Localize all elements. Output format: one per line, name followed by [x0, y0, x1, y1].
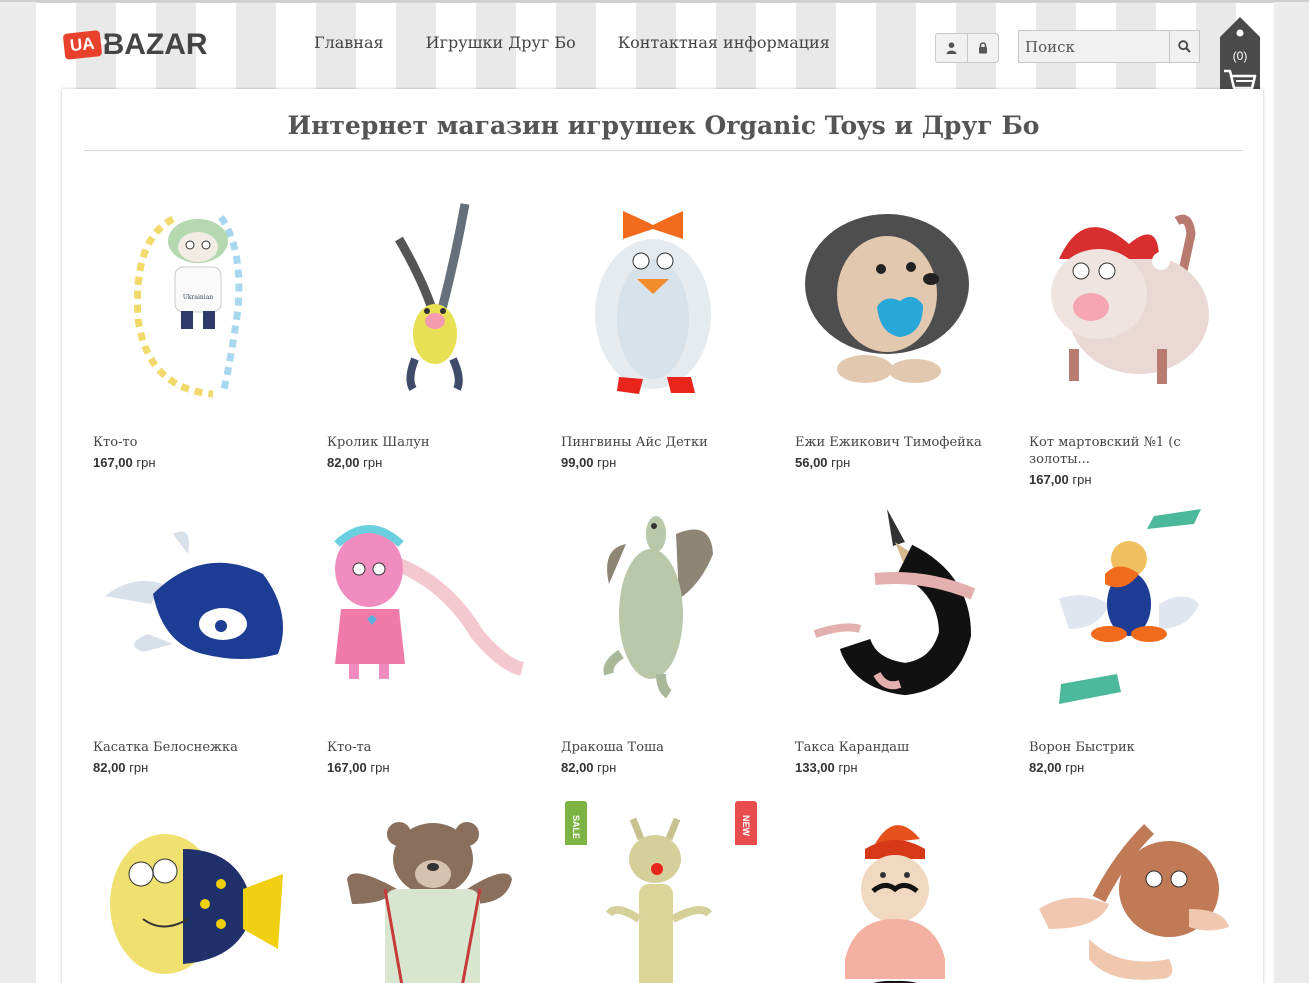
product-price: 133,00 грн — [795, 760, 858, 775]
product-name[interactable]: Кот мартовский №1 (с золоты... — [1029, 434, 1229, 468]
product-price: 167,00 грн — [1029, 472, 1092, 487]
lock-icon[interactable] — [967, 34, 998, 62]
product-price: 82,00 грн — [561, 760, 617, 775]
product-price: 82,00 грн — [1029, 760, 1085, 775]
account-buttons — [935, 33, 999, 63]
product-image[interactable] — [93, 809, 293, 983]
product-image[interactable] — [327, 504, 527, 709]
product-name[interactable]: Дракоша Тоша — [561, 739, 761, 756]
logo-bazar-text: BAZAR — [102, 28, 208, 61]
search-input[interactable] — [1019, 31, 1169, 62]
nav-home[interactable]: Главная — [314, 33, 384, 52]
content-panel: Интернет магазин игрушек Organic Toys и … — [62, 89, 1263, 983]
product-image[interactable] — [327, 199, 527, 404]
product-image[interactable] — [1029, 199, 1229, 404]
product-image[interactable] — [795, 504, 995, 709]
product-price: 167,00 грн — [93, 455, 156, 470]
cart-count: (0) — [1232, 49, 1248, 63]
product-name[interactable]: Кролик Шалун — [327, 434, 527, 451]
product-name[interactable]: Пингвины Айс Детки — [561, 434, 761, 451]
product-image[interactable] — [561, 504, 761, 709]
main-nav: Главная Игрушки Друг Бо Контактная инфор… — [314, 33, 830, 52]
product-image[interactable] — [1029, 809, 1229, 983]
page-title: Интернет магазин игрушек Organic Toys и … — [84, 111, 1243, 151]
user-icon[interactable] — [936, 34, 967, 62]
product-price: 56,00 грн — [795, 455, 851, 470]
search-icon — [1178, 40, 1191, 53]
product-price: 167,00 грн — [327, 760, 390, 775]
product-price: 99,00 грн — [561, 455, 617, 470]
product-image[interactable] — [561, 199, 761, 404]
site-logo[interactable]: UA BAZAR — [62, 28, 208, 62]
product-name[interactable]: Кто-та — [327, 739, 527, 756]
product-name[interactable]: Ежи Ежикович Тимофейка — [795, 434, 995, 451]
nav-toys-drug-bo[interactable]: Игрушки Друг Бо — [426, 33, 576, 52]
product-image[interactable] — [1029, 504, 1229, 709]
product-image[interactable]: Ukrainian — [93, 199, 293, 404]
product-name[interactable]: Такса Карандаш — [795, 739, 995, 756]
product-image[interactable] — [561, 809, 761, 983]
svg-text:Ukrainian: Ukrainian — [183, 294, 213, 301]
nav-contact-info[interactable]: Контактная информация — [618, 33, 830, 52]
product-price: 82,00 грн — [327, 455, 383, 470]
search-button[interactable] — [1169, 31, 1199, 62]
product-name[interactable]: Кто-то — [93, 434, 293, 451]
product-image[interactable] — [327, 809, 527, 983]
search-box — [1018, 30, 1200, 63]
product-image[interactable] — [795, 199, 995, 404]
product-price: 82,00 грн — [93, 760, 149, 775]
product-image[interactable] — [93, 504, 293, 709]
logo-ua-badge: UA — [62, 30, 102, 60]
product-name[interactable]: Касатка Белоснежка — [93, 739, 293, 756]
product-image[interactable] — [795, 809, 995, 983]
product-name[interactable]: Ворон Быстрик — [1029, 739, 1229, 756]
